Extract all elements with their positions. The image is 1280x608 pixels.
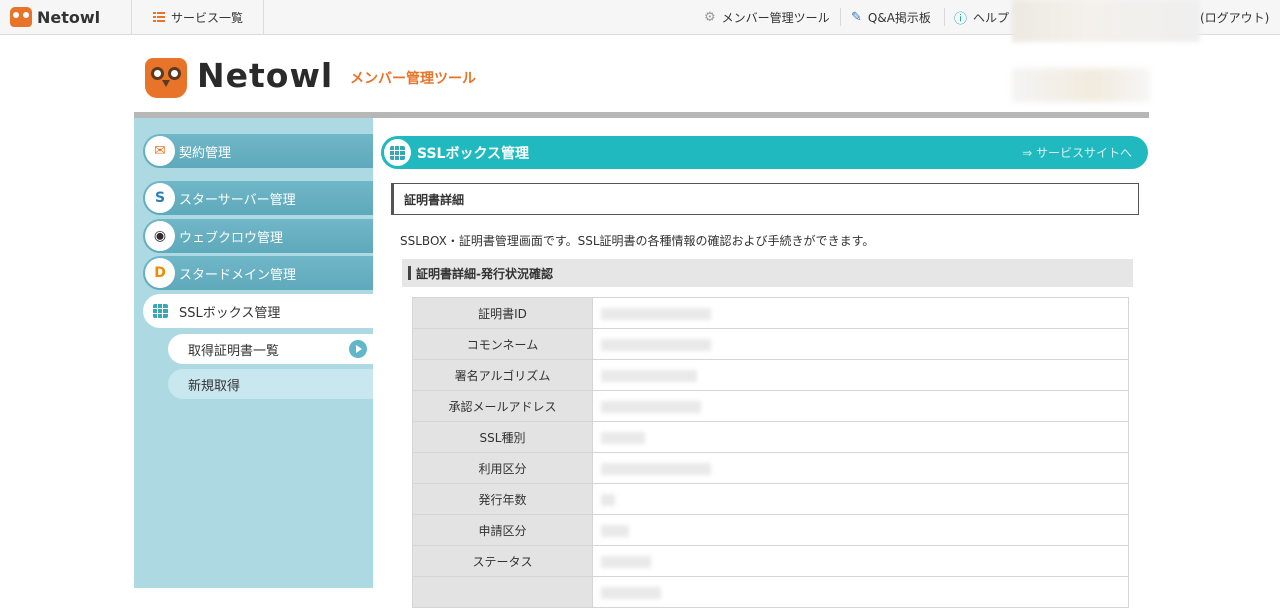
logout-link[interactable]: (ログアウト) [1200, 0, 1269, 34]
sidebar-item-label: スタードメイン管理 [179, 267, 297, 283]
ssl-box-icon [145, 296, 175, 326]
brand-subtitle: メンバー管理ツール [350, 71, 476, 87]
table-row: 発行年数 [412, 483, 1129, 515]
sidebar-item-webcrow[interactable]: ◉ ウェブクロウ管理 [143, 219, 373, 253]
sidebar-item-label: 契約管理 [179, 145, 232, 161]
page-title: SSLボックス管理 [417, 145, 530, 162]
service-site-link[interactable]: ⇒ サービスサイトへ [1022, 136, 1132, 169]
webcrow-icon: ◉ [145, 221, 175, 251]
divider [944, 8, 945, 26]
row-label: 申請区分 [412, 514, 593, 546]
table-row: 承認メールアドレス [412, 390, 1129, 422]
row-value-redacted [592, 390, 1129, 422]
contract-icon: ✉ [145, 136, 175, 166]
table-row: 署名アルゴリズム [412, 359, 1129, 391]
service-list-label: サービス一覧 [171, 10, 244, 25]
sidebar-subitem-label: 取得証明書一覧 [188, 343, 280, 359]
user-account-redacted [1012, 0, 1200, 42]
certificate-detail-table: 証明書ID コモンネーム 署名アルゴリズム 承認メールアドレス SSL種別 利用… [412, 297, 1129, 608]
row-value-redacted [592, 545, 1129, 577]
page-title-bar: SSLボックス管理 ⇒ サービスサイトへ [381, 136, 1148, 169]
pencil-icon: ✎ [851, 9, 862, 25]
table-row [412, 576, 1129, 608]
gear-icon: ⚙ [704, 9, 716, 25]
help-label: ヘルプ [973, 10, 1010, 25]
sidebar-item-label: ウェブクロウ管理 [179, 230, 284, 246]
member-tool-label: メンバー管理ツール [721, 10, 830, 25]
row-value-redacted [592, 328, 1129, 360]
row-label [412, 576, 593, 608]
row-value-redacted [592, 452, 1129, 484]
row-label: ステータス [412, 545, 593, 577]
sidebar-item-star-server[interactable]: S スターサーバー管理 [143, 181, 373, 215]
row-label: 証明書ID [412, 297, 593, 329]
star-domain-icon: D [145, 258, 175, 288]
sidebar-item-label: スターサーバー管理 [179, 192, 296, 208]
table-row: 証明書ID [412, 297, 1129, 329]
sidebar: ✉ 契約管理 S スターサーバー管理 ◉ ウェブクロウ管理 D スタードメイン管… [134, 118, 373, 588]
top-navigation-bar: Netowl サービス一覧 ⚙ メンバー管理ツール ✎ Q&A掲示板 ⓘ ヘルプ… [0, 0, 1280, 42]
info-icon: ⓘ [954, 11, 968, 27]
sidebar-item-contract[interactable]: ✉ 契約管理 [143, 134, 373, 168]
row-value-redacted [592, 483, 1129, 515]
row-value-redacted [592, 421, 1129, 453]
sidebar-item-ssl-box[interactable]: SSLボックス管理 [143, 294, 373, 328]
section-heading: 証明書詳細 [391, 183, 1139, 215]
row-label: 署名アルゴリズム [412, 359, 593, 391]
star-server-icon: S [145, 183, 175, 213]
row-label: 承認メールアドレス [412, 390, 593, 422]
row-label: 利用区分 [412, 452, 593, 484]
divider [840, 8, 841, 26]
play-arrow-icon [349, 340, 367, 358]
service-list-link[interactable]: サービス一覧 [133, 0, 264, 34]
row-value-redacted [592, 297, 1129, 329]
member-tool-link[interactable]: ⚙ メンバー管理ツール [704, 0, 830, 34]
table-row: 利用区分 [412, 452, 1129, 484]
sidebar-subitem-new-acquisition[interactable]: 新規取得 [168, 369, 373, 399]
qa-board-label: Q&A掲示板 [867, 10, 931, 25]
table-row: コモンネーム [412, 328, 1129, 360]
topbar-logo-text: Netowl [37, 7, 101, 27]
sidebar-subitem-certificate-list[interactable]: 取得証明書一覧 [168, 334, 373, 364]
sidebar-item-star-domain[interactable]: D スタードメイン管理 [143, 256, 373, 290]
header-info-redacted [1012, 68, 1150, 102]
brand-title: Netowl [197, 56, 334, 95]
list-icon [153, 12, 165, 22]
qa-board-link[interactable]: ✎ Q&A掲示板 [851, 0, 931, 34]
netowl-owl-logo-icon [145, 58, 187, 98]
ssl-box-icon [384, 139, 411, 166]
row-label: 発行年数 [412, 483, 593, 515]
owl-logo-icon [10, 7, 32, 27]
table-row: SSL種別 [412, 421, 1129, 453]
table-row: ステータス [412, 545, 1129, 577]
row-value-redacted [592, 359, 1129, 391]
help-link[interactable]: ⓘ ヘルプ [954, 0, 1009, 34]
subsection-heading: 証明書詳細-発行状況確認 [402, 259, 1133, 287]
sidebar-item-label: SSLボックス管理 [179, 305, 281, 321]
row-label: コモンネーム [412, 328, 593, 360]
sidebar-subitem-label: 新規取得 [188, 378, 241, 394]
topbar-logo[interactable]: Netowl [0, 0, 132, 34]
row-label: SSL種別 [412, 421, 593, 453]
row-value-redacted [592, 514, 1129, 546]
row-value-redacted [592, 576, 1129, 608]
table-row: 申請区分 [412, 514, 1129, 546]
page-description: SSLBOX・証明書管理画面です。SSL証明書の各種情報の確認および手続きができ… [400, 234, 875, 248]
